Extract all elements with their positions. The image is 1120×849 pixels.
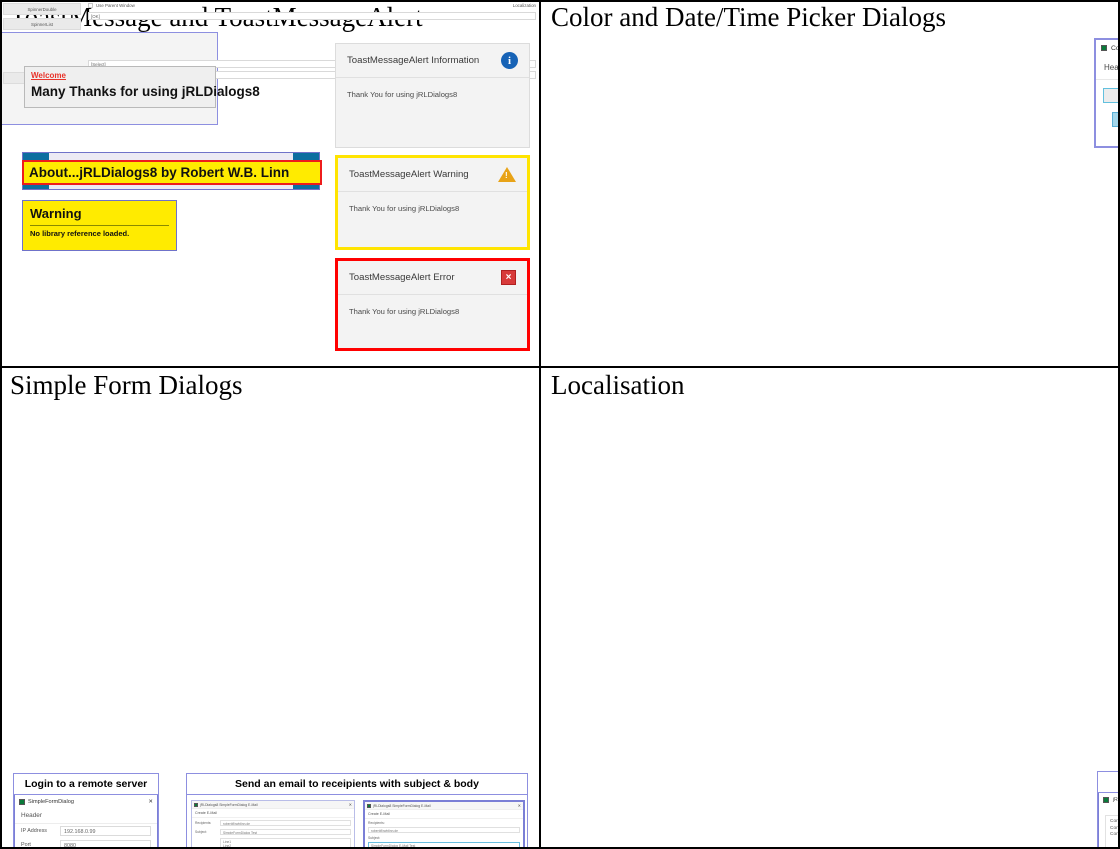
email-a-subject-row: Subject: SimpleFormDialog Test xyxy=(192,827,354,836)
email-dialog-split: jRLDialogs8 SimpleFormDialog E-Mail ✕ Cr… xyxy=(363,800,525,849)
toast-warning-body: Thank You for using jRLDialogs8 xyxy=(349,204,460,213)
email-b-subject-row: SimpleFormDialog E-Mail Test xyxy=(365,840,523,849)
email-demo-box: Send an email to receipients with subjec… xyxy=(186,773,528,849)
login-title: SimpleFormDialog xyxy=(28,798,75,805)
warning-toast: Warning No library reference loaded. xyxy=(22,200,177,251)
toast-information-header: ToastMessageAlert Information i xyxy=(336,44,529,78)
toast-alert-error: ToastMessageAlert Error × Thank You for … xyxy=(335,258,530,351)
screenshot-sheet: ToastMessage and ToastMessageAlert Spinn… xyxy=(0,0,1120,849)
toast-error-body: Thank You for using jRLDialogs8 xyxy=(349,307,460,316)
subject-label: Subject: xyxy=(195,829,207,834)
color-picker-value: Blau xyxy=(1104,89,1120,102)
use-parent-window-label: Use Parent Window xyxy=(96,3,135,8)
port-label: Port xyxy=(21,842,31,848)
toast-welcome-title: Welcome xyxy=(31,71,66,80)
simple-form-dialog: SimpleFormDialog ✕ Header IP Address 192… xyxy=(14,795,158,849)
login-titlebar: SimpleFormDialog ✕ xyxy=(15,795,157,808)
email-a-titlebar: jRLDialogs8 SimpleFormDialog E-Mail ✕ xyxy=(192,801,354,809)
color-picker-buttons: OK Cancel xyxy=(1096,112,1120,127)
quadrant-forms: Simple Form Dialogs Login to a remote se… xyxy=(0,368,541,849)
toast-warning-header: ToastMessageAlert Warning xyxy=(338,158,527,192)
localization-ok-input[interactable]: [OK] xyxy=(88,12,536,20)
spinner-list-button[interactable]: SpinnerList xyxy=(3,18,81,30)
error-icon: × xyxy=(501,270,516,285)
toast-welcome-message: Welcome Many Thanks for using jRLDialogs… xyxy=(24,66,260,108)
email-caption: Send an email to receipients with subjec… xyxy=(187,774,527,795)
port-input[interactable]: 8080 xyxy=(60,840,151,849)
color-picker-combobox[interactable]: Blau ▾ xyxy=(1103,88,1120,103)
ip-address-input[interactable]: 192.168.0.99 xyxy=(60,826,151,836)
toast-alert-information: ToastMessageAlert Information i Thank Yo… xyxy=(335,43,530,148)
toast-error-header: ToastMessageAlert Error × xyxy=(338,261,527,295)
localization-label: Localization xyxy=(512,3,536,8)
login-header: Header xyxy=(15,808,157,824)
body-textarea[interactable]: Line1 Line2 xyxy=(220,837,351,849)
recipients-input[interactable]: robert@rwblinn.de xyxy=(368,826,520,833)
email-a-recipients-row: Recipients: robert@rwblinn.de xyxy=(192,818,354,827)
email-a-title: jRLDialogs8 SimpleFormDialog E-Mail xyxy=(200,802,258,807)
color-picker-dialog: ColorPickerDialog ... ✕ Header Blau ▾ OK… xyxy=(1094,38,1120,148)
email-a-header: Create E-Mail xyxy=(192,809,354,818)
show-details-demo-box: Show Details Button jRLDialogs MessageDi… xyxy=(1097,771,1120,849)
color-picker-titlebar: ColorPickerDialog ... ✕ xyxy=(1096,40,1120,56)
about-dialog-text: About...jRLDialogs8 by Robert W.B. Linn xyxy=(22,160,322,185)
quadrant-localisation-title: Localisation xyxy=(551,370,685,400)
warning-toast-divider xyxy=(30,225,169,226)
toast-information-body: Thank You for using jRLDialogs8 xyxy=(347,90,458,99)
login-demo-box: Login to a remote server SimpleFormDialo… xyxy=(13,773,159,849)
login-caption: Login to a remote server xyxy=(14,774,158,795)
app-icon xyxy=(367,803,371,808)
quadrant-pickers-title: Color and Date/Time Picker Dialogs xyxy=(551,2,946,32)
quadrant-toast: ToastMessage and ToastMessageAlert Spinn… xyxy=(0,0,541,368)
close-icon[interactable]: ✕ xyxy=(518,803,521,808)
message-dialog-content: Content Line 1 Content Line 2 Content Li… xyxy=(1105,815,1120,849)
toast-welcome-text: Many Thanks for using jRLDialogs8 xyxy=(31,84,260,99)
info-icon: i xyxy=(501,52,518,69)
warning-toast-title: Warning xyxy=(30,206,82,221)
email-b-title: jRLDialogs8 SimpleFormDialog E-Mail xyxy=(373,803,431,808)
subject-input[interactable]: SimpleFormDialog Test xyxy=(220,828,351,835)
warning-icon xyxy=(498,167,516,182)
message-dialog: jRLDialogs MessageDialog Example – □ ✕ C… xyxy=(1098,793,1120,849)
toast-information-title: ToastMessageAlert Information xyxy=(347,55,480,66)
email-b-header: Create E-Mail xyxy=(365,810,523,819)
email-dialog-not-split: jRLDialogs8 SimpleFormDialog E-Mail ✕ Cr… xyxy=(191,800,355,849)
recipients-input[interactable]: robert@rwblinn.de xyxy=(220,819,351,826)
email-a-body-row: Body: Line1 Line2 xyxy=(192,836,354,849)
quadrant-forms-title: Simple Form Dialogs xyxy=(10,370,243,400)
warning-toast-message: No library reference loaded. xyxy=(30,229,130,238)
ip-address-row: IP Address 192.168.0.99 xyxy=(15,824,157,838)
app-icon xyxy=(19,798,25,805)
message-dialog-titlebar: jRLDialogs MessageDialog Example – □ ✕ xyxy=(1099,793,1120,807)
app-icon xyxy=(194,802,198,807)
color-picker-header: Header xyxy=(1096,56,1120,80)
spinner-double-button[interactable]: SpinnerDouble xyxy=(3,3,81,15)
show-details-caption: Show Details Button xyxy=(1098,772,1120,793)
close-icon[interactable]: ✕ xyxy=(349,802,352,807)
subject-input[interactable]: SimpleFormDialog E-Mail Test xyxy=(368,841,520,848)
use-parent-window-checkbox[interactable] xyxy=(88,3,93,8)
color-picker-title: ColorPickerDialog ... xyxy=(1111,44,1120,52)
close-icon[interactable]: ✕ xyxy=(148,799,153,805)
message-dialog-title: jRLDialogs MessageDialog Example xyxy=(1113,797,1120,803)
quadrant-pickers: Color and Date/Time Picker Dialogs Color… xyxy=(541,0,1120,368)
toast-warning-title: ToastMessageAlert Warning xyxy=(349,169,469,180)
ip-address-label: IP Address xyxy=(21,828,47,834)
app-icon xyxy=(1101,45,1107,51)
app-icon xyxy=(1103,797,1109,803)
recipients-label: Recipients: xyxy=(195,820,212,825)
port-row: Port 8080 xyxy=(15,838,157,849)
email-b-recipients-row: robert@rwblinn.de xyxy=(365,825,523,834)
toast-error-title: ToastMessageAlert Error xyxy=(349,272,455,283)
quadrant-localisation: Localisation Show Details Button jRLDial… xyxy=(541,368,1120,849)
email-b-titlebar: jRLDialogs8 SimpleFormDialog E-Mail ✕ xyxy=(365,802,523,810)
use-parent-window-row[interactable]: Use Parent Window Localization xyxy=(88,3,536,8)
toast-alert-warning: ToastMessageAlert Warning Thank You for … xyxy=(335,155,530,250)
color-picker-ok-button[interactable]: OK xyxy=(1112,112,1120,127)
